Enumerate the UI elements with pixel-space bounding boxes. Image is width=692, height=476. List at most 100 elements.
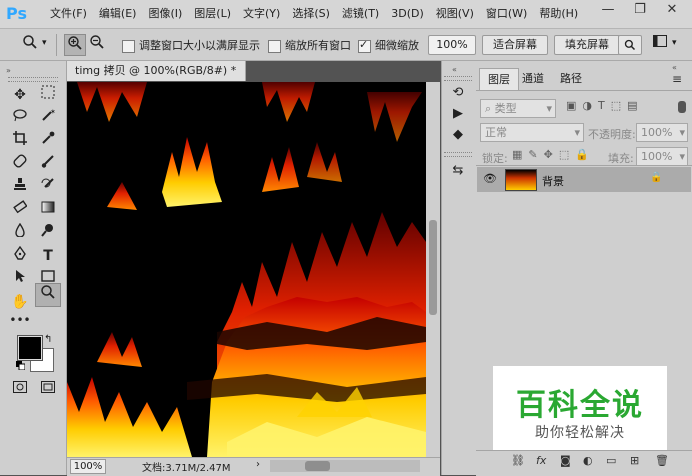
menu-view[interactable]: 视图(V) (430, 0, 480, 28)
panel-menu-icon[interactable]: ≡ (672, 72, 682, 86)
panel-grip[interactable] (8, 77, 58, 82)
eye-icon[interactable]: 👁 (483, 172, 497, 185)
collapse-icon[interactable]: « (672, 63, 677, 72)
3d-panel-icon[interactable]: ◆ (446, 124, 470, 146)
eraser-icon[interactable] (8, 199, 32, 221)
zoom-value-field[interactable]: 100% (428, 35, 476, 55)
chevron-down-icon[interactable]: ▾ (672, 38, 677, 48)
dodge-icon[interactable] (36, 222, 60, 244)
zoom-out-icon[interactable] (87, 34, 107, 54)
scrubby-zoom-option[interactable]: 细微缩放 (358, 37, 419, 53)
lasso-icon[interactable] (8, 107, 32, 129)
add-mask-icon[interactable]: ◙ (560, 454, 571, 467)
zoom-all-option[interactable]: 缩放所有窗口 (268, 37, 351, 53)
workspace-icon[interactable] (650, 34, 670, 54)
fit-screen-button[interactable]: 适合屏幕 (482, 35, 548, 55)
menu-select[interactable]: 选择(S) (286, 0, 336, 28)
restore-button[interactable]: ❐ (628, 0, 652, 22)
properties-panel-icon[interactable]: ⇆ (446, 160, 470, 182)
default-colors-icon[interactable] (16, 360, 26, 371)
opacity-field[interactable]: 100% ▾ (636, 123, 688, 142)
chevron-down-icon[interactable]: ▾ (42, 38, 47, 48)
resize-windows-checkbox[interactable] (122, 39, 135, 53)
zoom-all-checkbox[interactable] (268, 39, 281, 53)
search-icon[interactable] (618, 35, 642, 55)
layer-thumbnail[interactable] (505, 169, 537, 191)
menu-type[interactable]: 文字(Y) (237, 0, 286, 28)
link-layers-icon[interactable]: ⛓ (511, 454, 525, 467)
marquee-icon[interactable] (36, 84, 60, 106)
blur-icon[interactable] (8, 222, 32, 244)
panel-grip[interactable] (444, 76, 472, 81)
layer-name[interactable]: 背景 (542, 173, 564, 189)
document-tab[interactable]: timg 拷贝 @ 100%(RGB/8#) * ✕ (67, 61, 246, 97)
close-button[interactable]: ✕ (660, 0, 684, 22)
fill-label: 填充: (608, 152, 634, 165)
healing-brush-icon[interactable] (8, 153, 32, 175)
minimize-button[interactable]: — (596, 0, 620, 22)
magic-wand-icon[interactable]: ✶ (36, 107, 60, 129)
menu-file[interactable]: 文件(F) (44, 0, 93, 28)
crop-icon[interactable] (8, 130, 32, 152)
scrubby-zoom-checkbox[interactable] (358, 38, 371, 53)
resize-windows-option[interactable]: 调整窗口大小以满屏显示 (122, 37, 260, 53)
zoom-tool-preset-icon[interactable] (20, 34, 40, 54)
chevron-down-icon: ▾ (574, 126, 580, 139)
menu-3d[interactable]: 3D(D) (385, 0, 430, 28)
chevron-down-icon: ▾ (679, 126, 685, 139)
tab-channels[interactable]: 通道 (514, 68, 552, 90)
opacity-label: 不透明度: (588, 128, 636, 141)
type-icon[interactable]: T (36, 245, 60, 267)
menu-window[interactable]: 窗口(W) (480, 0, 533, 28)
horizontal-scroll-thumb[interactable] (305, 461, 330, 471)
eyedropper-icon[interactable] (36, 130, 60, 152)
horizontal-scrollbar[interactable] (270, 460, 420, 472)
menu-image[interactable]: 图像(I) (142, 0, 188, 28)
fx-icon[interactable]: fx (536, 454, 546, 467)
blend-mode-select[interactable]: 正常 ▾ (480, 123, 584, 142)
zoom-status-field[interactable]: 100% (70, 459, 106, 474)
zoom-tool-icon[interactable] (35, 283, 61, 307)
svg-text:✶: ✶ (50, 108, 55, 116)
tab-layers[interactable]: 图层 (479, 68, 519, 91)
filter-icons[interactable]: ▣◑T⬚▤ (566, 99, 644, 112)
collapse-icon[interactable]: « (452, 65, 457, 74)
new-group-icon[interactable]: ▭ (606, 454, 616, 467)
lock-icon: 🔒 (650, 172, 663, 183)
collapse-icon[interactable]: » (6, 66, 11, 75)
history-panel-icon[interactable]: ⟲ (446, 82, 470, 104)
menu-help[interactable]: 帮助(H) (533, 0, 584, 28)
clone-stamp-icon[interactable] (8, 176, 32, 198)
gradient-icon[interactable] (36, 199, 60, 221)
more-tools-icon[interactable]: ••• (8, 309, 32, 331)
fill-screen-button[interactable]: 填充屏幕 (554, 35, 620, 55)
new-layer-icon[interactable]: ⊞ (630, 454, 639, 467)
zoom-in-icon[interactable] (64, 34, 86, 56)
screen-mode-icon[interactable] (36, 378, 60, 400)
history-brush-icon[interactable] (36, 176, 60, 198)
menu-layer[interactable]: 图层(L) (188, 0, 237, 28)
fill-field[interactable]: 100% ▾ (636, 147, 688, 166)
path-selection-icon[interactable] (8, 268, 32, 290)
lock-icons[interactable]: ▦✎✥⬚🔒 (512, 148, 595, 161)
tab-paths[interactable]: 路径 (552, 68, 590, 90)
foreground-color-swatch[interactable] (17, 335, 43, 361)
quick-mask-icon[interactable] (8, 378, 32, 400)
chevron-right-icon[interactable]: › (256, 459, 260, 470)
image-canvas[interactable] (67, 82, 426, 457)
pen-icon[interactable] (8, 245, 32, 267)
menu-filter[interactable]: 滤镜(T) (336, 0, 385, 28)
document-size-readout[interactable]: 文档:3.71M/2.47M (142, 459, 231, 474)
move-icon[interactable]: ✥ (8, 84, 32, 106)
vertical-scroll-thumb[interactable] (429, 220, 437, 315)
menu-edit[interactable]: 编辑(E) (93, 0, 143, 28)
filter-toggle-icon[interactable] (678, 101, 686, 113)
fire-image (67, 82, 426, 457)
panel-grip[interactable] (444, 152, 472, 157)
adjustment-layer-icon[interactable]: ◐ (583, 454, 593, 467)
delete-layer-icon[interactable]: 🗑 (655, 454, 669, 467)
swap-colors-icon[interactable]: ↰ (44, 334, 52, 345)
actions-play-icon[interactable]: ▶ (446, 103, 470, 125)
layer-filter-kind[interactable]: ⌕ 类型 ▾ (480, 99, 556, 118)
brush-icon[interactable] (36, 153, 60, 175)
